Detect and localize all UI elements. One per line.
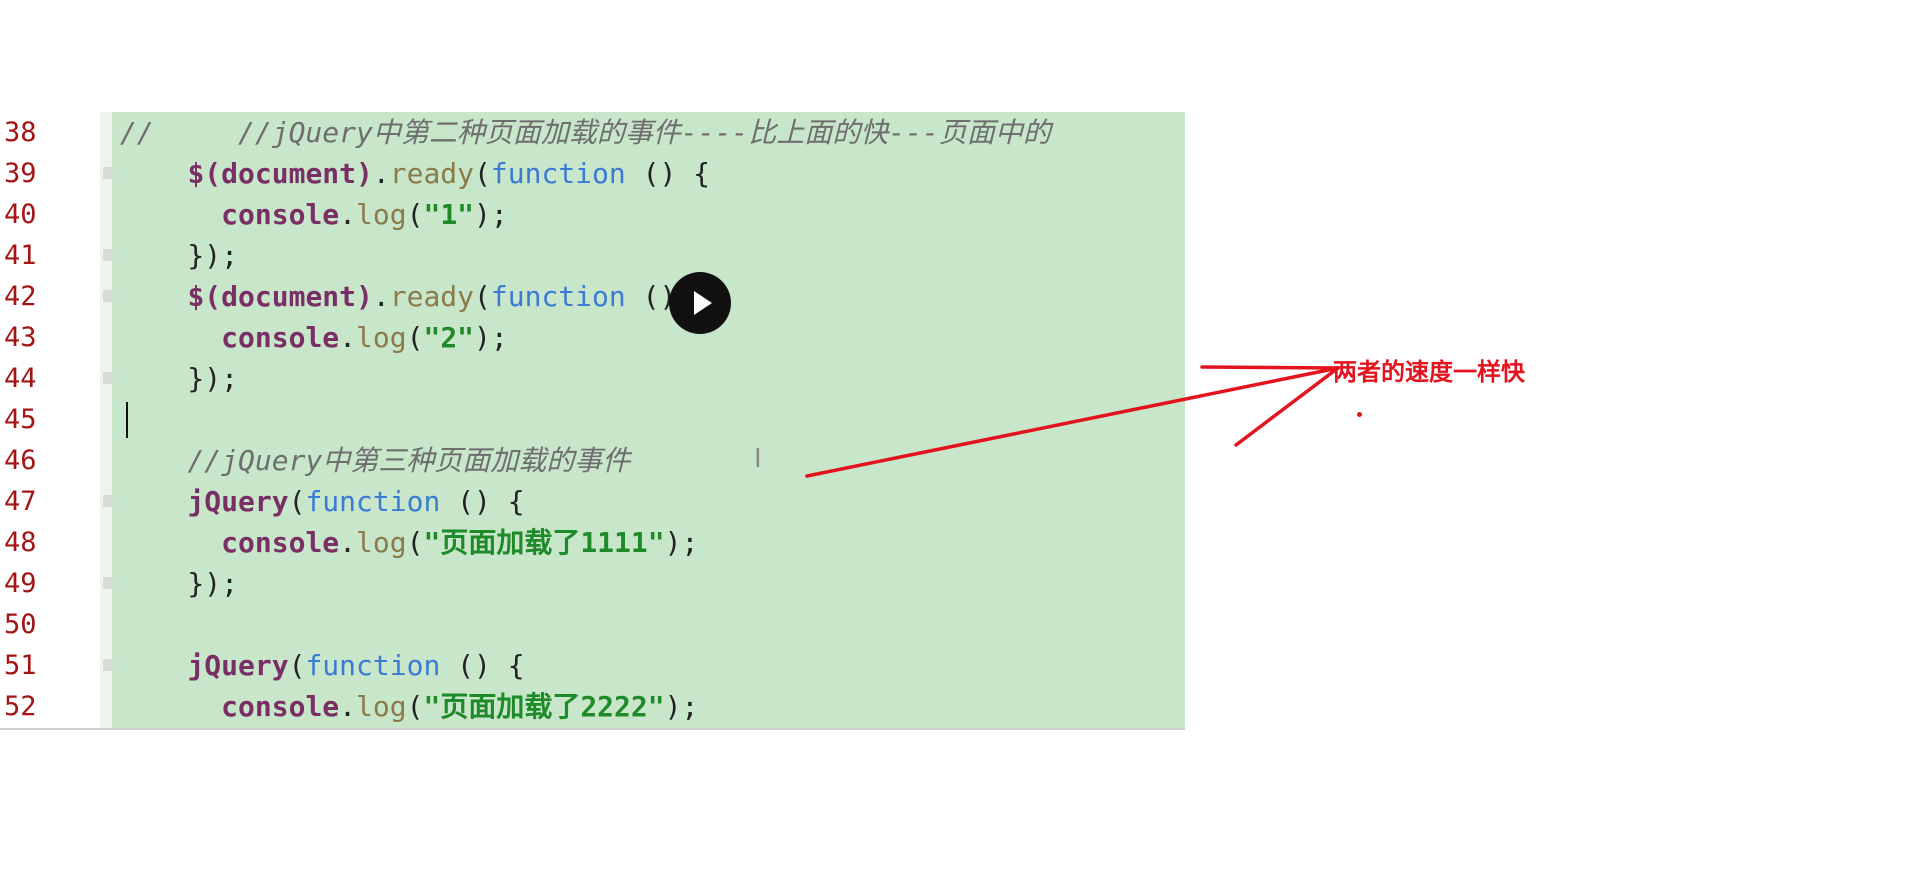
annotation-dot — [1357, 412, 1362, 417]
annotation-text: 两者的速度一样快 — [1333, 358, 1525, 386]
annotation-arrows — [805, 365, 1340, 478]
annotation-arrow-line — [1200, 365, 1340, 370]
annotation-arrow-line — [805, 366, 1340, 478]
